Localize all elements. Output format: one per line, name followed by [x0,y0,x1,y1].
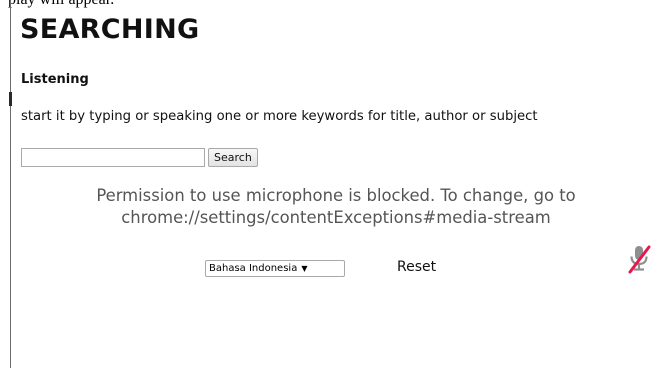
permission-message-line2: chrome://settings/contentExceptions#medi… [121,208,551,227]
language-select[interactable]: Bahasa Indonesia ▼ [205,260,345,277]
search-form: Search [21,148,258,167]
reset-button[interactable]: Reset [397,259,436,275]
left-border-marker [9,92,12,106]
top-partial-text: play will appear. [8,0,114,9]
search-button[interactable]: Search [208,148,258,167]
instruction-text: start it by typing or speaking one or mo… [21,109,538,124]
microphone-icon [628,245,651,274]
language-select-value: Bahasa Indonesia [209,263,298,274]
chevron-down-icon: ▼ [301,264,308,273]
page-title: SEARCHING [20,14,200,45]
left-border-line [10,0,11,368]
permission-message: Permission to use microphone is blocked.… [16,185,656,229]
status-heading: Listening [21,72,89,87]
search-input[interactable] [21,148,205,167]
permission-message-line1: Permission to use microphone is blocked.… [96,186,576,205]
microphone-blocked-icon[interactable] [622,242,656,276]
